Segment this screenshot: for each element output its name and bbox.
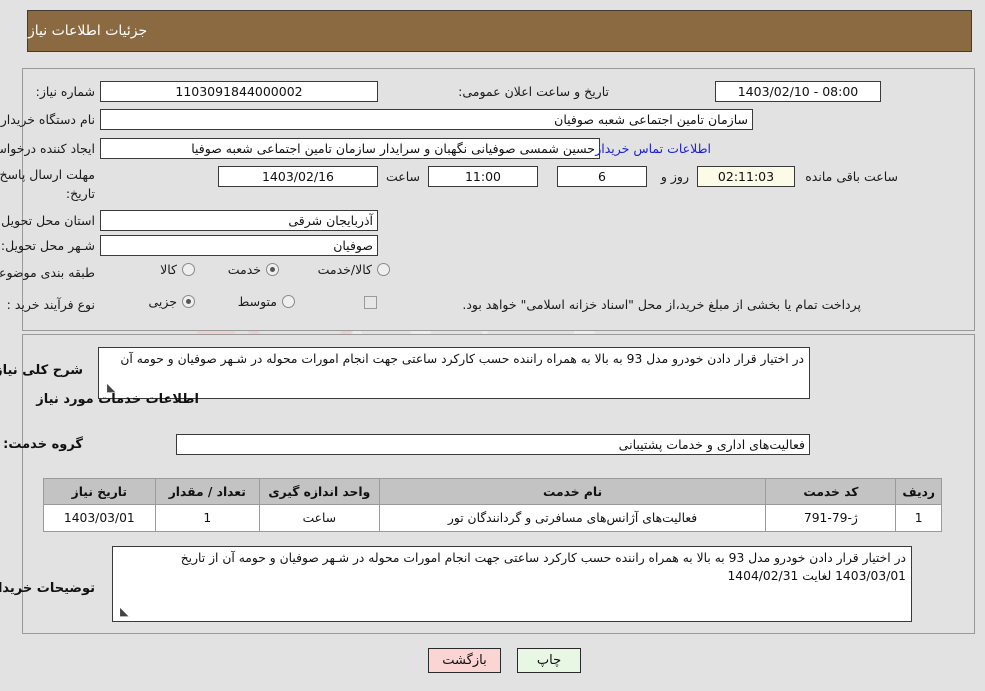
treasury-bond-note: پرداخت تمام یا بخشی از مبلغ خرید،از محل … <box>462 297 861 312</box>
service-group-label: گروه خدمت: <box>3 437 83 452</box>
countdown-timer-value: 02:11:03 <box>697 166 795 187</box>
description-label: شرح کلی نیاز: <box>0 363 83 378</box>
cell-unit: ساعت <box>258 504 380 532</box>
category-radio-service[interactable] <box>266 263 279 276</box>
category-label: طبقه بندی موضوعی: <box>0 265 95 280</box>
category-option-goods[interactable]: کالا <box>160 262 195 277</box>
remaining-days-label: روز و <box>660 169 689 184</box>
treasury-bond-checkbox[interactable] <box>364 296 377 309</box>
deadline-date-value[interactable]: 1403/02/16 <box>218 166 378 187</box>
buyer-org-value[interactable]: سازمان تامین اجتماعی شعبه صوفیان <box>100 109 753 130</box>
process-radio-minor[interactable] <box>182 295 195 308</box>
purchase-process-label: نوع فرآیند خرید : <box>6 297 95 312</box>
need-number-value[interactable]: 1103091844000002 <box>100 81 378 102</box>
table-col-service-code: کد خدمت <box>765 478 897 505</box>
need-info-panel <box>22 68 975 331</box>
page-title: جزئیات اطلاعات نیاز <box>28 23 148 39</box>
need-number-label: شماره نیاز: <box>35 84 95 99</box>
table-col-need-date: تاریخ نیاز <box>43 478 156 505</box>
table-row[interactable]: 1 ژ-79-791 فعالیت‌های آژانس‌های مسافرتی … <box>43 504 942 532</box>
print-button[interactable]: چاپ <box>517 648 581 673</box>
requester-label: ایجاد کننده درخواست: <box>0 141 95 156</box>
category-radio-goods[interactable] <box>182 263 195 276</box>
buyer-notes-label: توضیحات خریدار: <box>0 581 95 596</box>
delivery-province-value[interactable]: آذربایجان شرقی <box>100 210 378 231</box>
window-title-bar: جزئیات اطلاعات نیاز <box>27 10 972 52</box>
category-radio-service-label: خدمت <box>227 262 261 277</box>
table-header-row: ردیف کد خدمت نام خدمت واحد اندازه گیری ت… <box>43 478 942 505</box>
requester-value[interactable]: حسین شمسی صوفیانی نگهبان و سرایدار سازما… <box>100 138 600 159</box>
table-col-row-no: ردیف <box>895 478 942 505</box>
process-radio-medium-label: متوسط <box>237 294 277 309</box>
buyer-contact-link[interactable]: اطلاعات تماس خریدار <box>595 141 711 156</box>
category-radio-goods-service[interactable] <box>377 263 390 276</box>
category-radio-goods-label: کالا <box>160 262 177 277</box>
process-option-minor[interactable]: جزیی <box>148 294 195 309</box>
description-textarea[interactable]: در اختیار قرار دادن خودرو مدل 93 به بالا… <box>98 347 810 399</box>
cell-need-date: 1403/03/01 <box>43 504 156 532</box>
category-radio-goods-service-label: کالا/خدمت <box>317 262 372 277</box>
service-group-value[interactable]: فعالیت‌های اداری و خدمات پشتیبانی <box>176 434 810 455</box>
remaining-days-value[interactable]: 6 <box>557 166 647 187</box>
category-option-service[interactable]: خدمت <box>228 262 279 277</box>
announcement-datetime-label: تاریخ و ساعت اعلان عمومی: <box>458 84 609 99</box>
deadline-time-label: ساعت <box>385 169 420 184</box>
services-section-heading: اطلاعات خدمات مورد نیاز <box>36 392 199 407</box>
delivery-city-label: شـهر محل تحویل: <box>0 238 95 253</box>
category-option-goods-service[interactable]: کالا/خدمت <box>318 262 390 277</box>
deadline-time-value[interactable]: 11:00 <box>428 166 538 187</box>
cell-quantity: 1 <box>154 504 260 532</box>
deadline-label-line1: مهلت ارسال پاسخ: تا <box>0 167 95 182</box>
cell-service-code: ژ-79-791 <box>765 504 897 532</box>
buyer-notes-textarea[interactable]: در اختیار قرار دادن خودرو مدل 93 به بالا… <box>112 546 912 622</box>
delivery-province-label: استان محل تحویل: <box>0 213 95 228</box>
process-radio-medium[interactable] <box>282 295 295 308</box>
remaining-hours-label: ساعت باقی مانده <box>805 169 898 184</box>
process-option-medium[interactable]: متوسط <box>238 294 295 309</box>
cell-row-no: 1 <box>895 504 942 532</box>
back-button[interactable]: بازگشت <box>428 648 501 673</box>
table-col-unit: واحد اندازه گیری <box>258 478 380 505</box>
deadline-label-line2: تاریخ: <box>65 186 95 201</box>
delivery-city-value[interactable]: صوفیان <box>100 235 378 256</box>
announcement-datetime-value[interactable]: 08:00 - 1403/02/10 <box>715 81 881 102</box>
cell-service-name: فعالیت‌های آژانس‌های مسافرتی و گردانندگا… <box>378 504 767 532</box>
process-radio-minor-label: جزیی <box>148 294 177 309</box>
table-col-service-name: نام خدمت <box>378 478 767 505</box>
table-col-quantity: تعداد / مقدار <box>154 478 260 505</box>
services-table: ردیف کد خدمت نام خدمت واحد اندازه گیری ت… <box>43 478 942 532</box>
buyer-org-label: نام دستگاه خریدار: <box>0 112 95 127</box>
